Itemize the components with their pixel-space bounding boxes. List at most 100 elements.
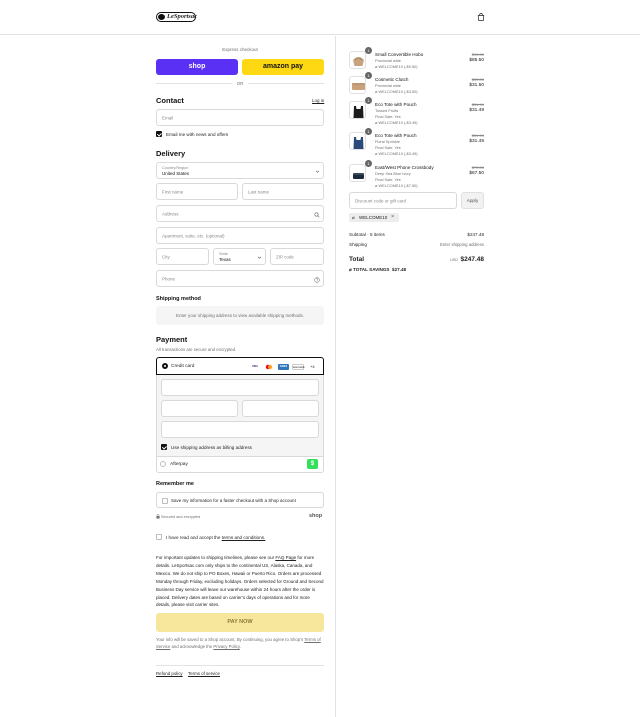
radio-dot (164, 365, 166, 367)
first-name-field[interactable]: First name (156, 183, 238, 200)
item-thumbnail (349, 76, 366, 94)
email-field[interactable]: Email (156, 109, 324, 126)
terms-prefix: I have read and accept the (166, 534, 222, 540)
remember-box: Save my information for a faster checkou… (156, 492, 324, 508)
faq-link[interactable]: FAQ Page (275, 555, 296, 560)
news-checkbox[interactable] (156, 131, 162, 137)
state-select[interactable]: State Texas (213, 248, 266, 265)
phone-field[interactable]: Phone (156, 270, 324, 287)
savings-label: TOTAL SAVINGS (353, 267, 390, 272)
afterpay-radio[interactable] (160, 461, 166, 467)
billing-checkbox[interactable] (161, 444, 167, 450)
shipping-label: Shipping (349, 242, 367, 247)
state-label: State (219, 252, 228, 256)
country-value: United States (162, 171, 190, 176)
address-placeholder: Address (162, 211, 179, 216)
credit-card-option[interactable]: Credit card VISA AMEX DISCOVER +4 (156, 357, 324, 375)
privacy-link[interactable]: Privacy Policy (213, 644, 239, 649)
discount-code-field[interactable]: Discount code or gift card (349, 192, 457, 209)
remember-heading: Remember me (156, 481, 194, 487)
logo-mark (158, 14, 165, 20)
item-qty-badge: 1 (365, 72, 372, 79)
item-discount-text: WELCOME10 (-$3.49) (378, 120, 418, 125)
refund-policy-link[interactable]: Refund policy (156, 671, 183, 676)
secure-label: Secured and encrypted (161, 514, 201, 519)
chevron-down-icon (315, 170, 320, 173)
apply-button[interactable]: Apply (461, 192, 484, 209)
item-old-price: $95.00 (471, 52, 484, 57)
billing-label: Use shipping address as billing address (171, 444, 252, 450)
card-number-field[interactable] (161, 379, 319, 396)
remember-checkbox[interactable] (162, 497, 168, 504)
item-price: $31.49 (469, 139, 484, 144)
amazon-pay-button[interactable]: amazon pay (242, 59, 324, 75)
terms-of-service-link[interactable]: Terms of service (188, 671, 220, 676)
shop-note-part3: . (239, 643, 241, 649)
footer-divider (156, 665, 324, 666)
divider-right (248, 83, 324, 84)
item-final-sale: Final Sale: Yes (375, 177, 401, 182)
shop-note-part1: Your info will be saved to a Shop accoun… (156, 637, 305, 642)
phone-placeholder: Phone (162, 276, 176, 281)
total-value: $247.48 (460, 256, 485, 263)
item-old-price: $35.00 (471, 77, 484, 82)
pay-now-button[interactable]: PAY NOW (156, 613, 324, 632)
address-field[interactable]: Address (156, 205, 324, 222)
divider-left (156, 83, 232, 84)
help-circle-icon[interactable] (314, 276, 320, 283)
remove-code-icon[interactable]: × (391, 214, 394, 220)
security-code-field[interactable] (242, 400, 319, 417)
zip-field[interactable]: ZIP code (270, 248, 324, 265)
news-label: Email me with news and offers (166, 131, 229, 137)
brand-logo[interactable]: LeSportsac (156, 12, 197, 22)
item-name: Eco Tote with Pouch (375, 102, 417, 107)
applied-code-chip: ⌀ WELCOME10 × (349, 213, 399, 222)
item-price: $85.50 (469, 58, 484, 63)
shipping-message: Enter your shipping address to view avai… (175, 313, 305, 318)
terms-link[interactable]: terms and conditions. (222, 535, 266, 540)
zip-placeholder: ZIP code (276, 254, 294, 259)
item-discount: ⌀ WELCOME10 (-$3.50) (375, 89, 418, 94)
item-color: Deep Sea Blue Ivory (375, 171, 411, 176)
apartment-field[interactable]: Apartment, suite, etc. (optional) (156, 227, 324, 244)
terms-text: I have read and accept the terms and con… (166, 535, 265, 540)
login-link[interactable]: Log in (312, 98, 324, 103)
last-name-field[interactable]: Last name (242, 183, 324, 200)
tag-icon: ⌀ (352, 214, 355, 220)
shipping-method-placeholder: Enter your shipping address to view avai… (156, 306, 324, 325)
state-value: Texas (219, 257, 231, 262)
shopping-bag-icon[interactable] (477, 13, 485, 21)
discover-logo: DISCOVER (292, 363, 304, 370)
item-final-sale: Final Sale: Yes (375, 145, 401, 150)
payment-heading: Payment (156, 335, 188, 344)
terms-checkbox[interactable] (156, 534, 162, 540)
item-discount-text: WELCOME10 (-$3.49) (378, 151, 418, 156)
last-name-placeholder: Last name (248, 189, 270, 194)
first-name-placeholder: First name (162, 189, 184, 194)
city-placeholder: City (162, 254, 170, 259)
payment-subtitle: All transactions are secure and encrypte… (156, 347, 237, 352)
item-color: Tossed Fruits (375, 108, 399, 113)
shipping-method-heading: Shipping method (156, 296, 201, 302)
country-select[interactable]: Country/Region United States (156, 162, 324, 179)
country-label: Country/Region (162, 166, 189, 170)
city-field[interactable]: City (156, 248, 209, 265)
item-color: Provincial wide (375, 58, 401, 63)
item-old-price: $34.99 (471, 102, 484, 107)
or-label: OR (236, 80, 244, 86)
name-on-card-field[interactable] (161, 421, 319, 438)
item-qty-badge: 1 (365, 47, 372, 54)
item-final-sale: Final Sale: Yes (375, 114, 401, 119)
shop-pay-button[interactable]: shop (156, 59, 238, 75)
savings-value: $27.48 (392, 267, 407, 272)
total-savings: ⌀ TOTAL SAVINGS $27.48 (349, 267, 406, 273)
email-placeholder: Email (162, 115, 174, 120)
expiry-field[interactable] (161, 400, 238, 417)
notice-part1: For important updates to shipping timeli… (156, 555, 276, 560)
credit-card-label: Credit card (171, 363, 195, 369)
item-name: Cosmetic Clutch (375, 77, 409, 82)
search-icon (314, 211, 320, 218)
item-thumbnail (349, 164, 366, 182)
item-qty-badge: 1 (365, 160, 372, 167)
item-discount: ⌀ WELCOME10 (-$3.49) (375, 120, 418, 125)
